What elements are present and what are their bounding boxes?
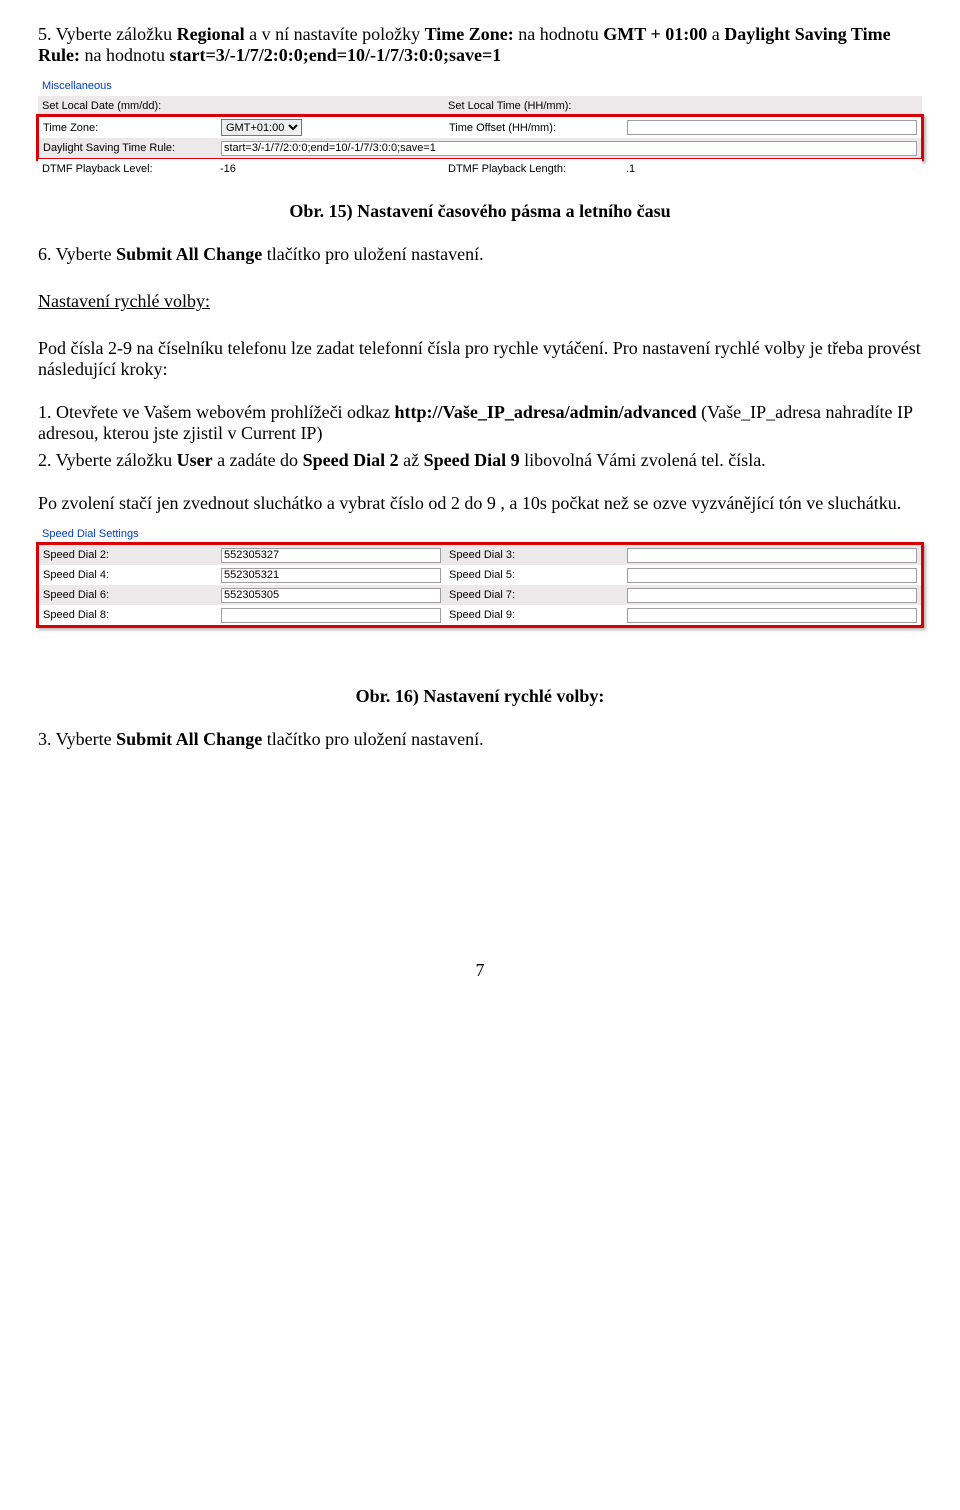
txt-underline: Nastavení rychlé volby:	[38, 291, 210, 311]
sd3-label: Speed Dial 3:	[445, 545, 623, 565]
txt-bold: Submit All Change	[116, 244, 262, 264]
misc-set-date-value	[216, 96, 444, 116]
sd7-label: Speed Dial 7:	[445, 585, 623, 605]
misc-timeoffset-label: Time Offset (HH/mm):	[445, 117, 623, 138]
speed-intro: Pod čísla 2-9 na číselníku telefonu lze …	[38, 338, 922, 380]
sd-highlight-box: Speed Dial 2: Speed Dial 3: Speed Dial 4…	[36, 542, 924, 628]
sd6-input[interactable]	[221, 588, 441, 603]
txt: na hodnotu	[514, 24, 604, 44]
page-number: 7	[38, 960, 922, 981]
misc-dtmf-length-label: DTMF Playback Length:	[444, 159, 622, 179]
sd6-label: Speed Dial 6:	[39, 585, 217, 605]
misc-set-time-label: Set Local Time (HH/mm):	[444, 96, 622, 116]
txt-bold: Regional	[177, 24, 245, 44]
sd2-label: Speed Dial 2:	[39, 545, 217, 565]
txt: 6. Vyberte	[38, 244, 116, 264]
txt-bold: Speed Dial 9	[424, 450, 520, 470]
misc-dtmf-level-label: DTMF Playback Level:	[38, 159, 216, 179]
txt-bold: start=3/-1/7/2:0:0;end=10/-1/7/3:0:0;sav…	[170, 45, 502, 65]
sd8-label: Speed Dial 8:	[39, 605, 217, 625]
misc-set-time-value	[622, 96, 922, 116]
figure15-caption: Obr. 15) Nastavení časového pásma a letn…	[38, 201, 922, 222]
txt: a v ní nastavíte položky	[245, 24, 425, 44]
txt: 2. Vyberte záložku	[38, 450, 177, 470]
after-paragraph: Po zvolení stačí jen zvednout sluchátko …	[38, 493, 922, 514]
sd4-input[interactable]	[221, 568, 441, 583]
txt-bold: Speed Dial 2	[303, 450, 399, 470]
figure16-caption: Obr. 16) Nastavení rychlé volby:	[38, 686, 922, 707]
txt: 3. Vyberte	[38, 729, 116, 749]
sd5-label: Speed Dial 5:	[445, 565, 623, 585]
txt: 1. Otevřete ve Vašem webovém prohlížeči …	[38, 402, 395, 422]
sd5-input[interactable]	[627, 568, 917, 583]
misc-timezone-label: Time Zone:	[39, 117, 217, 138]
sd-header: Speed Dial Settings	[38, 524, 922, 544]
txt-bold: Submit All Change	[116, 729, 262, 749]
txt-bold: http://Vaše_IP_adresa/admin/advanced	[395, 402, 697, 422]
sd9-input[interactable]	[627, 608, 917, 623]
misc-dst-label: Daylight Saving Time Rule:	[39, 138, 217, 158]
sd7-input[interactable]	[627, 588, 917, 603]
txt: tlačítko pro uložení nastavení.	[262, 729, 483, 749]
misc-header: Miscellaneous	[38, 76, 922, 96]
sd2-input[interactable]	[221, 548, 441, 563]
sd9-label: Speed Dial 9:	[445, 605, 623, 625]
speed-step2: 2. Vyberte záložku User a zadáte do Spee…	[38, 450, 922, 471]
txt: a	[707, 24, 724, 44]
sd3-input[interactable]	[627, 548, 917, 563]
misc-timezone-select[interactable]: GMT+01:00	[221, 119, 302, 136]
step6-paragraph: 6. Vyberte Submit All Change tlačítko pr…	[38, 244, 922, 265]
sd8-input[interactable]	[221, 608, 441, 623]
txt-bold: Time Zone:	[425, 24, 514, 44]
txt: libovolná Vámi zvolená tel. čísla.	[520, 450, 766, 470]
txt: tlačítko pro uložení nastavení.	[262, 244, 483, 264]
screenshot-speeddial: Speed Dial Settings Speed Dial 2: Speed …	[38, 524, 922, 626]
txt: 5. Vyberte záložku	[38, 24, 177, 44]
misc-set-date-label: Set Local Date (mm/dd):	[38, 96, 216, 116]
step5-paragraph: 5. Vyberte záložku Regional a v ní nasta…	[38, 24, 922, 66]
txt: a zadáte do	[213, 450, 303, 470]
step3-paragraph: 3. Vyberte Submit All Change tlačítko pr…	[38, 729, 922, 750]
sd4-label: Speed Dial 4:	[39, 565, 217, 585]
misc-highlight-box: Time Zone: GMT+01:00 Time Offset (HH/mm)…	[36, 114, 924, 161]
txt-bold: User	[177, 450, 213, 470]
txt: až	[399, 450, 424, 470]
misc-dst-input[interactable]	[221, 141, 917, 156]
speed-step1: 1. Otevřete ve Vašem webovém prohlížeči …	[38, 402, 922, 444]
screenshot-misc: Miscellaneous Set Local Date (mm/dd): Se…	[38, 76, 922, 179]
txt: na hodnotu	[80, 45, 170, 65]
misc-timeoffset-input[interactable]	[627, 120, 917, 135]
misc-dtmf-level-value: -16	[216, 159, 444, 179]
speed-heading: Nastavení rychlé volby:	[38, 291, 922, 312]
txt-bold: GMT + 01:00	[603, 24, 707, 44]
misc-dtmf-length-value: .1	[622, 159, 922, 179]
